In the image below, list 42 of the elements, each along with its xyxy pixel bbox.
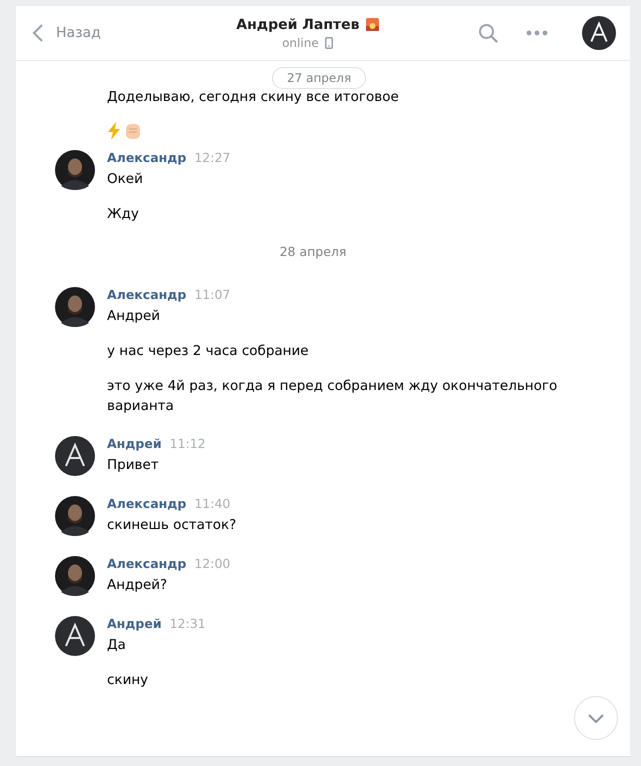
message-text: скинешь остаток? xyxy=(107,516,238,535)
user-avatar[interactable] xyxy=(55,287,95,327)
message-time: 12:00 xyxy=(194,556,230,571)
user-avatar[interactable] xyxy=(55,150,95,190)
message-time: 12:31 xyxy=(170,616,206,631)
more-icon[interactable] xyxy=(526,30,548,36)
lightning-icon xyxy=(107,122,121,140)
chevron-down-icon xyxy=(588,714,604,722)
message-text: у нас через 2 часа собрание xyxy=(107,342,310,361)
back-button[interactable]: Назад xyxy=(28,19,105,47)
phone-icon xyxy=(324,36,333,48)
message-text: Доделываю, сегодня скину все итоговое xyxy=(107,88,400,107)
message-time: 12:27 xyxy=(194,150,230,165)
date-divider: 28 апреля xyxy=(278,244,348,259)
message-text: Окей xyxy=(107,170,144,189)
message-text: Жду xyxy=(107,205,140,224)
message-text: Да xyxy=(107,636,127,655)
author-name[interactable]: Александр xyxy=(107,287,186,302)
user-avatar[interactable] xyxy=(55,496,95,536)
back-icon xyxy=(32,23,44,43)
date-badge: 27 апреля xyxy=(272,67,366,89)
profile-avatar[interactable] xyxy=(582,16,616,50)
author-name[interactable]: Андрей xyxy=(107,436,162,451)
message-text: Андрей xyxy=(107,307,162,326)
user-avatar[interactable] xyxy=(55,436,95,476)
user-avatar[interactable] xyxy=(55,616,95,656)
sunset-icon xyxy=(366,18,379,31)
message-time: 11:12 xyxy=(170,436,206,451)
author-name[interactable]: Александр xyxy=(107,496,186,511)
author-name[interactable]: Александр xyxy=(107,556,186,571)
author-name[interactable]: Александр xyxy=(107,150,186,165)
message-text: Привет xyxy=(107,456,160,475)
online-status: online xyxy=(282,36,319,50)
message-text: это уже 4й раз, когда я перед собранием жду окончательного варианта xyxy=(107,377,558,416)
message-time: 11:40 xyxy=(194,496,230,511)
search-icon[interactable] xyxy=(478,23,498,43)
author-name[interactable]: Андрей xyxy=(107,616,162,631)
message-text: скину xyxy=(107,671,150,690)
message-time: 11:07 xyxy=(194,287,230,302)
message-text: Андрей? xyxy=(107,576,168,595)
contact-name: Андрей Лаптев xyxy=(236,16,360,32)
user-avatar[interactable] xyxy=(55,556,95,596)
